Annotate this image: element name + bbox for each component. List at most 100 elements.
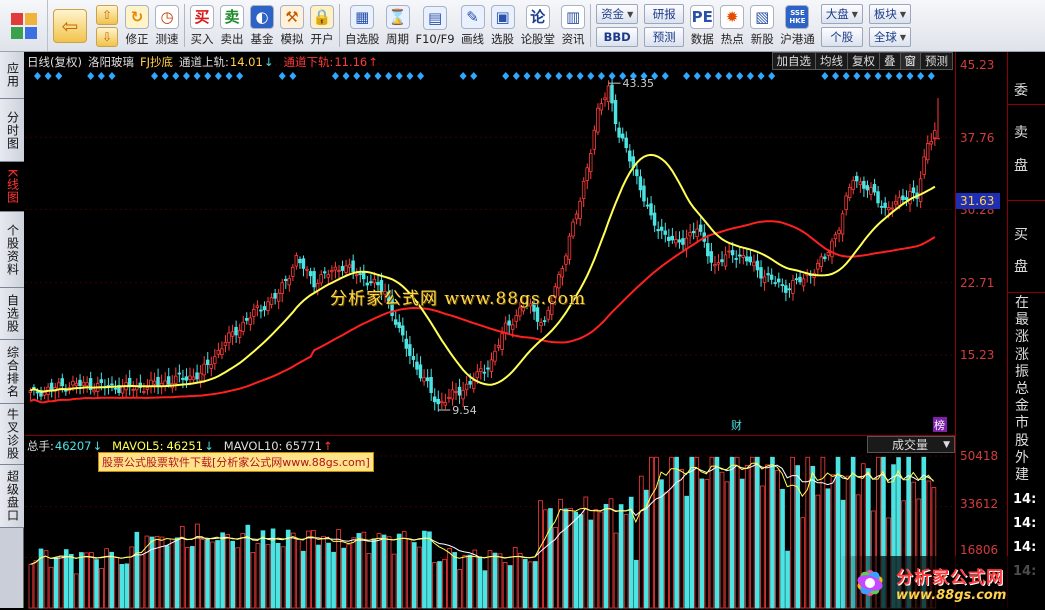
toolbar-button-8[interactable]: ▦ 自选股	[342, 0, 383, 51]
mavol5-arrow: ↓	[204, 439, 214, 453]
bbd-button[interactable]: BBD	[596, 27, 639, 47]
stock-button[interactable]: 个股	[820, 27, 863, 47]
research-button[interactable]: 研报	[644, 4, 685, 24]
volume-bar-down	[437, 561, 442, 609]
signal-marker	[289, 72, 297, 80]
chart-menu-item-4[interactable]: 叠	[879, 52, 901, 70]
signal-marker	[608, 72, 616, 80]
signal-marker	[502, 72, 510, 80]
candle-up	[585, 167, 589, 181]
signal-marker	[587, 72, 595, 80]
app-logo-icon[interactable]	[0, 0, 48, 51]
toolbar-button-5[interactable]: ◐ 基金	[247, 0, 277, 51]
volume-bar-up	[240, 533, 246, 609]
chart-menu-item-1[interactable]: 加自选	[771, 52, 816, 70]
left-tab-8[interactable]: 超级盘口	[0, 465, 24, 528]
left-tab-3[interactable]: K线图	[0, 162, 24, 212]
signal-marker	[544, 72, 552, 80]
toolbar-button-label: 周期	[386, 31, 409, 46]
sector-button[interactable]: 板块 ▼	[868, 4, 912, 24]
toolbar-button-2[interactable]: ◷ 测速	[152, 0, 182, 51]
candle-down	[78, 379, 82, 386]
fund-button[interactable]: 资金 ▼	[596, 4, 639, 24]
volume-bar-down	[699, 478, 705, 609]
toolbar-button-17[interactable]: ▧ 新股	[747, 0, 777, 51]
candle-up	[801, 278, 806, 287]
toolbar-button-3[interactable]: 买买入	[187, 0, 217, 51]
candle-up	[213, 356, 217, 365]
period-label[interactable]: 日线(复权)	[27, 55, 82, 69]
market-button[interactable]: 大盘 ▼	[820, 4, 863, 24]
signal-marker	[736, 72, 744, 80]
toolbar-button-16[interactable]: ✹ 热点	[717, 0, 747, 51]
volume-chart[interactable]: 总手:46207↓ MAVOL5: 46251↓ MAVOL10: 65771↑ 股票公…	[25, 435, 955, 609]
signal-marker	[342, 72, 350, 80]
left-tab-4[interactable]: 个股资料	[0, 212, 24, 288]
toolbar-button-14[interactable]: ▥ 资讯	[558, 0, 588, 51]
left-tab-6[interactable]: 综合排名	[0, 340, 24, 404]
signal-marker	[597, 72, 605, 80]
page-up-down[interactable]: ⇧ ⇩	[92, 0, 122, 51]
toolbar-button-4[interactable]: 卖卖出	[217, 0, 247, 51]
f10-icon: ▤	[423, 5, 448, 30]
candle-down	[628, 150, 632, 162]
signal-marker	[714, 72, 722, 80]
kline-chart[interactable]: 43.35 9.54 财 榜 日线(复权) 洛阳玻璃 FJ抄底 通道上轨:14.01↓ 通道下…	[25, 52, 955, 435]
candle-up	[539, 322, 543, 327]
toolbar-button-7[interactable]: 🔒 开户	[307, 0, 337, 51]
candle-down	[49, 382, 54, 390]
up-arrow-icon[interactable]: ⇧	[96, 4, 118, 25]
down-arrow-icon[interactable]: ⇩	[96, 26, 118, 47]
toolbar-button-label: 沪港通	[780, 31, 815, 46]
buy-icon: 买	[190, 4, 214, 29]
candle-down	[823, 256, 827, 260]
toolbar-button-6[interactable]: ⚒ 模拟	[277, 0, 307, 51]
toolbar-button-12[interactable]: ▣ 选股	[488, 0, 518, 51]
candle-down	[184, 376, 189, 381]
toolbar-button-13[interactable]: 论论股堂	[518, 0, 559, 51]
chart-menu-item-3[interactable]: 复权	[847, 52, 880, 70]
panel-divider	[1008, 104, 1045, 105]
indicator-name[interactable]: FJ抄底	[140, 55, 173, 69]
market-group: 大盘 ▼ 个股	[818, 0, 866, 51]
candle-up	[606, 85, 611, 103]
back-button[interactable]: ⇦	[48, 0, 92, 51]
candle-down	[457, 386, 462, 396]
toolbar-button-9[interactable]: ⌛ 周期	[383, 0, 413, 51]
ad-banner[interactable]: 股票公式股票软件下载[分析家公式网www.88gs.com]	[98, 452, 374, 472]
period-icon: ⌛	[385, 4, 410, 29]
kline-chart-canvas[interactable]: 43.35 9.54 财 榜	[25, 52, 955, 435]
toolbar-button-11[interactable]: ✎ 画线	[458, 0, 488, 51]
left-tab-2[interactable]: 分时图	[0, 99, 24, 162]
candle-up	[223, 341, 228, 347]
forecast-button[interactable]: 预测	[644, 27, 685, 47]
volume-bar-up	[306, 530, 311, 609]
volume-bar-up	[800, 517, 806, 609]
toolbar-button-18[interactable]: SSE HKE 沪港通	[777, 0, 818, 51]
candle-up	[291, 266, 295, 277]
chart-menu-item-6[interactable]: 预测	[920, 52, 953, 70]
volume-bar-down	[674, 456, 679, 609]
signal-marker	[214, 72, 222, 80]
toolbar-button-1[interactable]: ↻ 修正	[122, 0, 152, 51]
chart-menu-item-5[interactable]: 窗	[899, 52, 921, 70]
toolbar-button-15[interactable]: PE 数据	[687, 0, 717, 51]
toolbar-button-label: 选股	[491, 31, 515, 46]
left-tab-1[interactable]: 应用	[0, 52, 24, 99]
candle-down	[681, 238, 685, 245]
volume-bar-up	[139, 554, 145, 609]
signal-marker	[193, 72, 201, 80]
toolbar-button-10[interactable]: ▤ F10/F9	[413, 0, 458, 51]
global-button[interactable]: 全球 ▼	[868, 27, 912, 47]
volume-bar-down	[270, 528, 276, 609]
left-tab-5[interactable]: 自选股	[0, 288, 24, 340]
signal-marker	[182, 72, 190, 80]
volume-type-select[interactable]: 成交量 ▼	[867, 436, 955, 453]
left-tab-7[interactable]: 牛叉诊股	[0, 404, 24, 465]
candle-down	[244, 318, 249, 321]
toolbar-button-label: 卖出	[220, 31, 244, 46]
signal-marker	[161, 72, 169, 80]
chart-menu-item-2[interactable]: 均线	[815, 52, 848, 70]
candle-down	[670, 235, 675, 241]
quote-field-label: 建	[1015, 467, 1029, 483]
